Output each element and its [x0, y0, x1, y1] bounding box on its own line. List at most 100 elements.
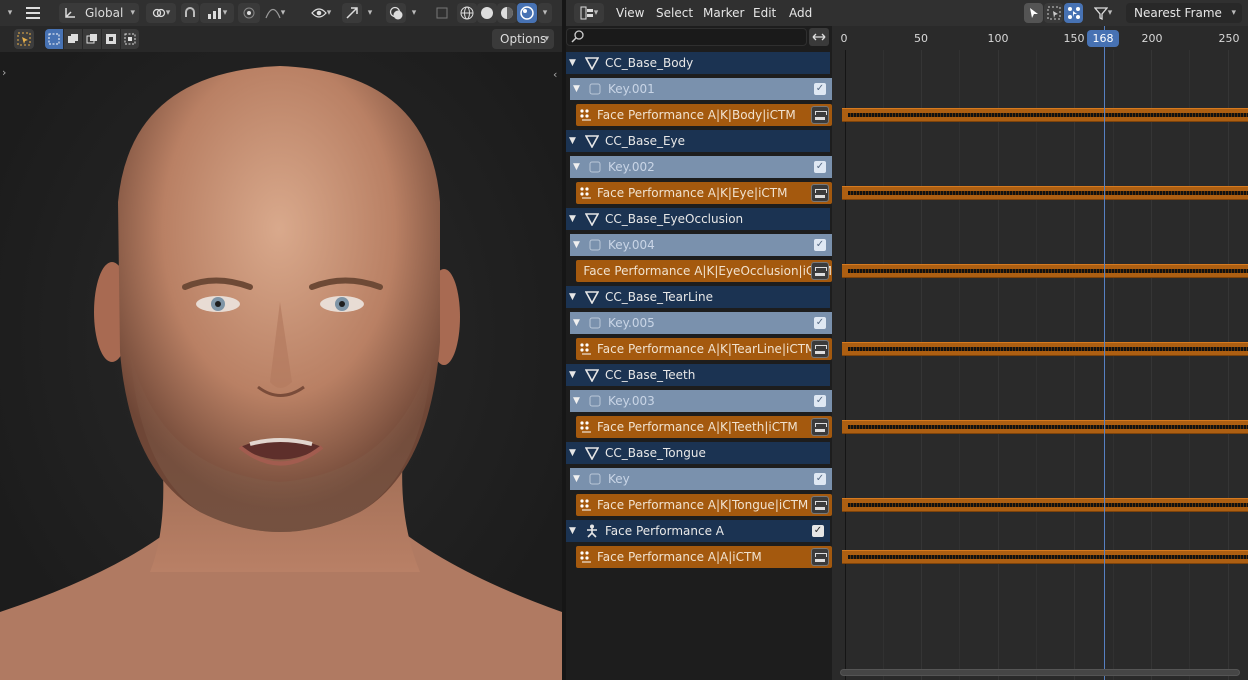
sidebar-expand-chevron-icon[interactable]: ‹ [553, 68, 557, 81]
channel-shapekey-001[interactable]: ▼ Key.001 ✓ [570, 78, 832, 100]
action-strip[interactable] [842, 260, 1248, 282]
channel-enable-checkbox[interactable]: ✓ [814, 395, 826, 407]
action-track-tearline[interactable]: Face Performance A|K|TearLine|iCTM [576, 338, 832, 360]
expand-triangle-icon[interactable]: ▼ [569, 58, 579, 68]
rendered-scene[interactable] [0, 52, 562, 680]
overlays-dropdown-chevron[interactable]: ▾ [408, 3, 420, 23]
menu-select[interactable]: Select [656, 6, 693, 20]
current-frame-indicator[interactable]: 168 [1087, 30, 1119, 47]
shading-material-icon[interactable] [497, 3, 517, 23]
menu-add[interactable]: Add [789, 6, 812, 20]
filter-dropdown[interactable]: ▾ [1088, 3, 1118, 23]
channel-enable-checkbox[interactable]: ✓ [812, 525, 824, 537]
menu-marker[interactable]: Marker [703, 6, 744, 20]
only-show-errors-toggle-icon[interactable] [1064, 3, 1083, 23]
channel-search-input[interactable] [566, 28, 807, 46]
expand-triangle-icon[interactable]: ▼ [569, 526, 579, 536]
expand-triangle-icon[interactable]: ▼ [573, 318, 583, 328]
channel-enable-checkbox[interactable]: ✓ [814, 473, 826, 485]
gizmo-dropdown-chevron[interactable]: ▾ [364, 3, 376, 23]
channel-object-cc-base-body[interactable]: ▼ CC_Base_Body [566, 52, 830, 74]
select-mode-subtract-icon[interactable] [83, 29, 101, 49]
channel-object-cc-base-tongue[interactable]: ▼ CC_Base_Tongue [566, 442, 830, 464]
expand-triangle-icon[interactable]: ▼ [573, 474, 583, 484]
push-down-action-button[interactable] [811, 340, 829, 358]
show-hidden-toggle-icon[interactable] [1044, 3, 1063, 23]
menu-view[interactable]: View [616, 6, 644, 20]
push-down-action-button[interactable] [811, 106, 829, 124]
editor-type-dropdown[interactable]: ▾ [574, 3, 604, 23]
action-track-tongue[interactable]: Face Performance A|K|Tongue|iCTM [576, 494, 832, 516]
action-track-eye[interactable]: Face Performance A|K|Eye|iCTM [576, 182, 832, 204]
expand-triangle-icon[interactable]: ▼ [569, 370, 579, 380]
channel-armature-face-performance-a[interactable]: ▼ Face Performance A ✓ [566, 520, 830, 542]
object-visibility-dropdown[interactable]: ▾ [306, 3, 336, 23]
select-box-tool-icon[interactable] [14, 29, 34, 49]
pivot-point-dropdown[interactable]: ▾ [146, 3, 176, 23]
only-selected-toggle-icon[interactable] [1024, 3, 1043, 23]
push-down-action-button[interactable] [811, 262, 829, 280]
action-strip[interactable] [842, 104, 1248, 126]
hamburger-menu-icon[interactable] [22, 3, 44, 23]
frame-ruler[interactable]: 0 50 100 150 200 250 [832, 26, 1248, 50]
action-strip[interactable] [842, 338, 1248, 360]
shading-rendered-icon[interactable] [517, 3, 537, 23]
channel-enable-checkbox[interactable]: ✓ [814, 83, 826, 95]
expand-triangle-icon[interactable]: ▼ [569, 292, 579, 302]
action-track-teeth[interactable]: Face Performance A|K|Teeth|iCTM [576, 416, 832, 438]
select-mode-new-icon[interactable] [45, 29, 63, 49]
channel-enable-checkbox[interactable]: ✓ [814, 317, 826, 329]
gizmo-toggle-icon[interactable] [342, 3, 362, 23]
shading-wireframe-icon[interactable] [457, 3, 477, 23]
nla-timeline[interactable]: 0 50 100 150 200 250 168 [832, 26, 1248, 680]
playhead-line[interactable] [1104, 26, 1105, 680]
options-dropdown[interactable]: Options ▾ [492, 29, 554, 49]
action-strip[interactable] [842, 546, 1248, 568]
push-down-action-button[interactable] [811, 184, 829, 202]
push-down-action-button[interactable] [811, 496, 829, 514]
swap-arrows-icon[interactable] [809, 28, 829, 46]
3d-viewport[interactable]: ▾ Global ▾ ▾ ▾ ▾ ▾ ▾ ▾ ▾ Options ▾ › ‹ [0, 0, 562, 680]
action-track-body[interactable]: Face Performance A|K|Body|iCTM [576, 104, 832, 126]
channel-object-cc-base-eyeocclusion[interactable]: ▼ CC_Base_EyeOcclusion [566, 208, 830, 230]
expand-triangle-icon[interactable]: ▼ [573, 396, 583, 406]
action-track-eyeocclusion[interactable]: Face Performance A|K|EyeOcclusion|iCTM [576, 260, 832, 282]
channel-shapekey-002[interactable]: ▼ Key.002 ✓ [570, 156, 832, 178]
xray-toggle-icon[interactable] [432, 3, 452, 23]
action-strip[interactable] [842, 416, 1248, 438]
expand-triangle-icon[interactable]: ▼ [569, 136, 579, 146]
proportional-falloff-dropdown[interactable]: ▾ [260, 3, 290, 23]
horizontal-scrollbar[interactable] [840, 669, 1240, 676]
select-mode-intersect-icon[interactable] [121, 29, 139, 49]
action-track-armature[interactable]: Face Performance A|A|iCTM [576, 546, 832, 568]
channel-object-cc-base-tearline[interactable]: ▼ CC_Base_TearLine [566, 286, 830, 308]
snapping-mode-dropdown[interactable]: Nearest Frame ▾ [1126, 3, 1242, 23]
channel-object-cc-base-eye[interactable]: ▼ CC_Base_Eye [566, 130, 830, 152]
channel-object-cc-base-teeth[interactable]: ▼ CC_Base_Teeth [566, 364, 830, 386]
shading-solid-icon[interactable] [477, 3, 497, 23]
menu-edit[interactable]: Edit [753, 6, 776, 20]
expand-triangle-icon[interactable]: ▼ [573, 162, 583, 172]
push-down-action-button[interactable] [811, 418, 829, 436]
proportional-editing-icon[interactable] [238, 3, 260, 23]
action-strip[interactable] [842, 182, 1248, 204]
snap-toggle-icon[interactable] [181, 3, 199, 23]
transform-orientation-dropdown[interactable]: Global ▾ [59, 3, 139, 23]
expand-triangle-icon[interactable]: ▼ [573, 240, 583, 250]
expand-triangle-icon[interactable]: ▼ [569, 448, 579, 458]
expand-triangle-icon[interactable]: ▼ [573, 84, 583, 94]
channel-shapekey-004[interactable]: ▼ Key.004 ✓ [570, 234, 832, 256]
channel-shapekey-key[interactable]: ▼ Key ✓ [570, 468, 832, 490]
snap-target-dropdown[interactable]: ▾ [200, 3, 234, 23]
expand-triangle-icon[interactable]: ▼ [569, 214, 579, 224]
channel-enable-checkbox[interactable]: ✓ [814, 239, 826, 251]
push-down-action-button[interactable] [811, 548, 829, 566]
toolbar-expand-chevron-icon[interactable]: › [2, 66, 6, 79]
channel-enable-checkbox[interactable]: ✓ [814, 161, 826, 173]
channel-shapekey-005[interactable]: ▼ Key.005 ✓ [570, 312, 832, 334]
editor-type-chevron[interactable]: ▾ [3, 3, 17, 23]
shading-options-chevron[interactable]: ▾ [538, 3, 552, 23]
select-mode-extend-icon[interactable] [64, 29, 82, 49]
select-mode-invert-icon[interactable] [102, 29, 120, 49]
channel-shapekey-003[interactable]: ▼ Key.003 ✓ [570, 390, 832, 412]
